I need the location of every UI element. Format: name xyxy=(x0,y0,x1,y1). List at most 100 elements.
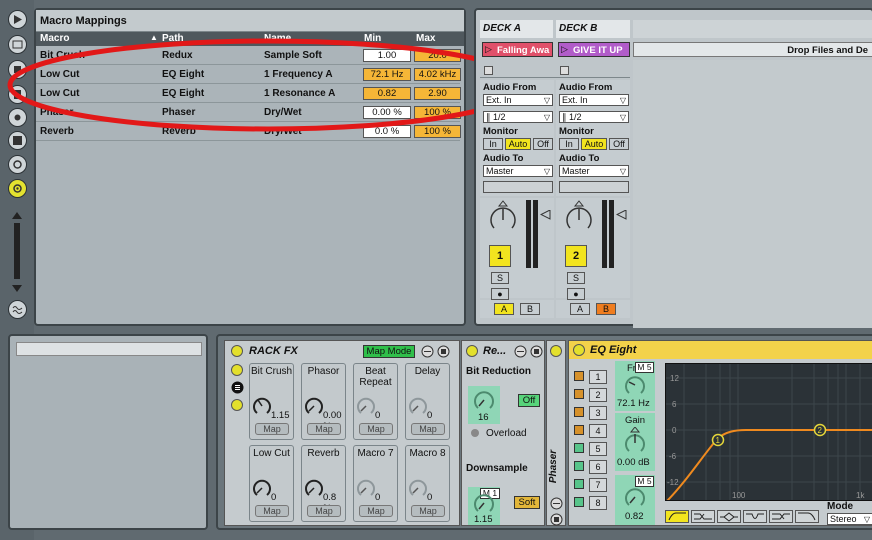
band-select-3[interactable]: 3 xyxy=(589,406,607,420)
band-select-2[interactable]: 2 xyxy=(589,388,607,402)
bit-reduction-knob[interactable]: 16 xyxy=(468,386,500,424)
map-mode-button[interactable]: Map Mode xyxy=(363,345,415,358)
monitor-auto-button[interactable]: Auto xyxy=(505,138,531,150)
map-button[interactable]: Map xyxy=(411,423,445,435)
volume-arrow-icon[interactable] xyxy=(540,210,552,220)
pan-knob[interactable] xyxy=(562,200,596,234)
macro-dial[interactable] xyxy=(304,396,324,416)
clip-play-icon[interactable]: ▷ xyxy=(485,44,492,55)
show-devices-button[interactable] xyxy=(231,399,243,411)
deck-b-clip[interactable]: ▷ GIVE IT UP xyxy=(558,42,630,57)
hotswap-icon[interactable] xyxy=(550,497,563,510)
wave-icon[interactable] xyxy=(8,300,27,319)
max-field[interactable]: 100 % xyxy=(414,125,461,138)
drop-zone[interactable]: Drop Files and De xyxy=(633,42,872,57)
scroll-slider[interactable] xyxy=(10,210,24,294)
eq-graph[interactable]: 12 6 0 -6 -12 100 1k 1 2 xyxy=(665,363,872,501)
solo-button[interactable]: S xyxy=(567,272,585,284)
library-icon[interactable] xyxy=(8,85,27,104)
min-field[interactable]: 72.1 Hz xyxy=(363,68,411,81)
col-max[interactable]: Max xyxy=(416,33,435,44)
audio-from-select[interactable]: Ext. In ▽ xyxy=(559,94,629,106)
table-row[interactable]: Low Cut EQ Eight 1 Frequency A 72.1 Hz 4… xyxy=(36,65,461,84)
collection-icon[interactable] xyxy=(8,60,27,79)
band-on-3[interactable] xyxy=(574,407,584,417)
hotswap-icon[interactable] xyxy=(514,345,527,358)
xfade-b-button[interactable]: B xyxy=(520,303,540,315)
mode-select[interactable]: Stereo ▽ xyxy=(827,513,872,525)
browser-icon[interactable] xyxy=(8,35,27,54)
macro-dial[interactable] xyxy=(356,396,376,416)
map-button[interactable]: Map xyxy=(359,505,393,517)
band-on-5[interactable] xyxy=(574,443,584,453)
macro-knob-1[interactable]: Bit Crush 1.15 Map xyxy=(249,363,294,440)
play-view-icon[interactable] xyxy=(8,10,27,29)
map-button[interactable]: Map xyxy=(255,423,289,435)
target-icon[interactable] xyxy=(8,179,27,198)
band-select-8[interactable]: 8 xyxy=(589,496,607,510)
macro-dial[interactable] xyxy=(252,478,272,498)
chain-list-icon[interactable] xyxy=(231,381,244,394)
band-select-5[interactable]: 5 xyxy=(589,442,607,456)
xfade-a-button[interactable]: A xyxy=(494,303,514,315)
macro-dial[interactable] xyxy=(408,396,428,416)
deck-a-clip[interactable]: ▷ Falling Awa xyxy=(482,42,553,57)
xfade-b-button[interactable]: B xyxy=(596,303,616,315)
save-icon[interactable] xyxy=(437,345,450,358)
downsample-knob[interactable]: M 1 1.15 xyxy=(468,487,500,525)
band-select-4[interactable]: 4 xyxy=(589,424,607,438)
filter-lowshelf-button[interactable] xyxy=(691,510,715,523)
table-row[interactable]: Low Cut EQ Eight 1 Resonance A 0.82 2.90 xyxy=(36,84,461,103)
macro-knob-6[interactable]: Reverb 0.8 % Map xyxy=(301,445,346,522)
col-min[interactable]: Min xyxy=(364,33,381,44)
q-knob[interactable]: M 5 0.82 xyxy=(615,475,655,525)
band-on-6[interactable] xyxy=(574,461,584,471)
macro-knob-4[interactable]: Delay 0 Map xyxy=(405,363,450,440)
eq-power-button[interactable] xyxy=(573,344,585,356)
deck-b-sub-field[interactable] xyxy=(559,181,629,193)
band-select-1[interactable]: 1 xyxy=(589,370,607,384)
table-row[interactable]: Phaser Phaser Dry/Wet 0.00 % 100 % xyxy=(36,103,461,122)
arm-button[interactable]: ● xyxy=(491,288,509,300)
volume-arrow-icon[interactable] xyxy=(616,210,628,220)
redux-power-button[interactable] xyxy=(466,345,478,357)
phaser-device[interactable]: Phaser xyxy=(546,340,566,526)
max-field[interactable]: 100 % xyxy=(414,106,461,119)
save-icon[interactable] xyxy=(530,345,543,358)
max-field[interactable]: 4.02 kHz xyxy=(414,68,461,81)
save-icon[interactable] xyxy=(550,513,563,526)
max-field[interactable]: 20.0 xyxy=(414,49,461,62)
col-path[interactable]: Path xyxy=(162,33,184,44)
pan-knob[interactable] xyxy=(486,200,520,234)
band-select-7[interactable]: 7 xyxy=(589,478,607,492)
freq-knob[interactable]: Freq M 5 72.1 Hz xyxy=(615,361,655,411)
soft-button[interactable]: Soft xyxy=(514,496,540,509)
bit-off-button[interactable]: Off xyxy=(518,394,540,407)
macro-dial[interactable] xyxy=(408,478,428,498)
band-on-7[interactable] xyxy=(574,479,584,489)
monitor-off-button[interactable]: Off xyxy=(533,138,553,150)
map-button[interactable]: Map xyxy=(307,423,341,435)
eq-node-2[interactable]: 2 xyxy=(813,423,827,437)
deck-a-header[interactable]: DECK A xyxy=(480,20,553,38)
channel-select[interactable]: ∥ 1/2 ▽ xyxy=(559,111,629,123)
audio-from-select[interactable]: Ext. In ▽ xyxy=(483,94,553,106)
band-on-8[interactable] xyxy=(574,497,584,507)
map-button[interactable]: Map xyxy=(411,505,445,517)
macro-knob-2[interactable]: Phasor 0.00 % Map xyxy=(301,363,346,440)
macro-knob-8[interactable]: Macro 8 0 Map xyxy=(405,445,450,522)
filter-highcut-button[interactable] xyxy=(795,510,819,523)
min-field[interactable]: 0.82 xyxy=(363,87,411,100)
min-field[interactable]: 0.00 % xyxy=(363,106,411,119)
table-row[interactable]: Reverb Reverb Dry/Wet 0.0 % 100 % xyxy=(36,122,461,141)
track-activator[interactable]: 1 xyxy=(489,245,511,267)
arm-button[interactable]: ● xyxy=(567,288,585,300)
max-field[interactable]: 2.90 xyxy=(414,87,461,100)
table-row[interactable]: Bit Crush Redux Sample Soft 1.00 20.0 xyxy=(36,46,461,65)
disk-icon[interactable] xyxy=(8,131,27,150)
deck-a-sub-field[interactable] xyxy=(483,181,553,193)
band-on-4[interactable] xyxy=(574,425,584,435)
col-name[interactable]: Name xyxy=(264,33,291,44)
show-macros-button[interactable] xyxy=(231,364,243,376)
filter-lowcut-button[interactable] xyxy=(665,510,689,523)
